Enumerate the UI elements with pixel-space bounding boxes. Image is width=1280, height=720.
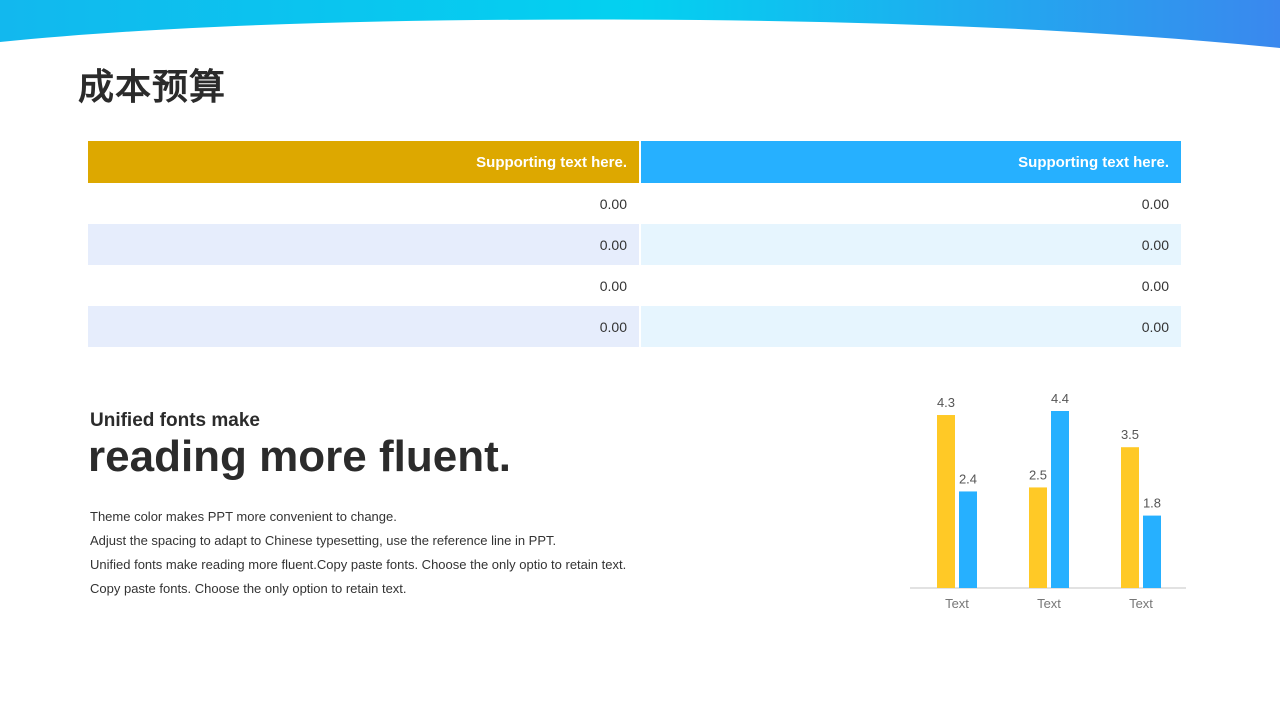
- table-cell: 0.00: [88, 183, 641, 224]
- sub-heading: Unified fonts make: [90, 410, 260, 431]
- table-row: 0.00 0.00: [88, 224, 1181, 265]
- bar-value-label: 2.5: [1029, 467, 1047, 482]
- table-cell: 0.00: [640, 306, 1181, 347]
- header-wave: [0, 0, 1280, 48]
- body-line: Theme color makes PPT more convenient to…: [90, 509, 397, 524]
- bar: [959, 491, 977, 588]
- x-tick-label: Text: [945, 596, 969, 611]
- bar-chart: 4.3 2.4 Text 2.5 4.4 Text 3.5 1.8 Text: [910, 391, 1186, 611]
- table-row: 0.00 0.00: [88, 183, 1181, 224]
- bar-value-label: 3.5: [1121, 427, 1139, 442]
- table-row: 0.00 0.00: [88, 306, 1181, 347]
- bar: [1051, 411, 1069, 588]
- budget-table: Supporting text here. Supporting text he…: [88, 141, 1181, 347]
- table-cell: 0.00: [88, 224, 641, 265]
- table-cell: 0.00: [640, 183, 1181, 224]
- table-cell: 0.00: [640, 224, 1181, 265]
- bar-value-label: 1.8: [1143, 496, 1161, 511]
- body-text: Theme color makes PPT more convenient to…: [90, 505, 626, 601]
- bar: [937, 415, 955, 588]
- x-tick-label: Text: [1037, 596, 1061, 611]
- body-line: Unified fonts make reading more fluent.C…: [90, 557, 627, 572]
- table-header-cell: Supporting text here.: [640, 141, 1181, 183]
- body-line: Adjust the spacing to adapt to Chinese t…: [90, 533, 557, 548]
- bar: [1121, 447, 1139, 588]
- main-heading: reading more fluent.: [88, 432, 511, 481]
- bar-value-label: 4.3: [937, 395, 955, 410]
- bar-value-label: 2.4: [959, 471, 977, 486]
- table-header-cell: Supporting text here.: [88, 141, 641, 183]
- body-line: Copy paste fonts. Choose the only option…: [90, 581, 407, 596]
- bar: [1143, 515, 1161, 588]
- bar-value-label: 4.4: [1051, 391, 1069, 406]
- page-title: 成本预算: [78, 67, 227, 108]
- table-cell: 0.00: [640, 265, 1181, 306]
- table-cell: 0.00: [88, 265, 641, 306]
- table-header-row: Supporting text here. Supporting text he…: [88, 141, 1181, 183]
- x-tick-label: Text: [1129, 596, 1153, 611]
- bar: [1029, 487, 1047, 588]
- table-row: 0.00 0.00: [88, 265, 1181, 306]
- table-cell: 0.00: [88, 306, 641, 347]
